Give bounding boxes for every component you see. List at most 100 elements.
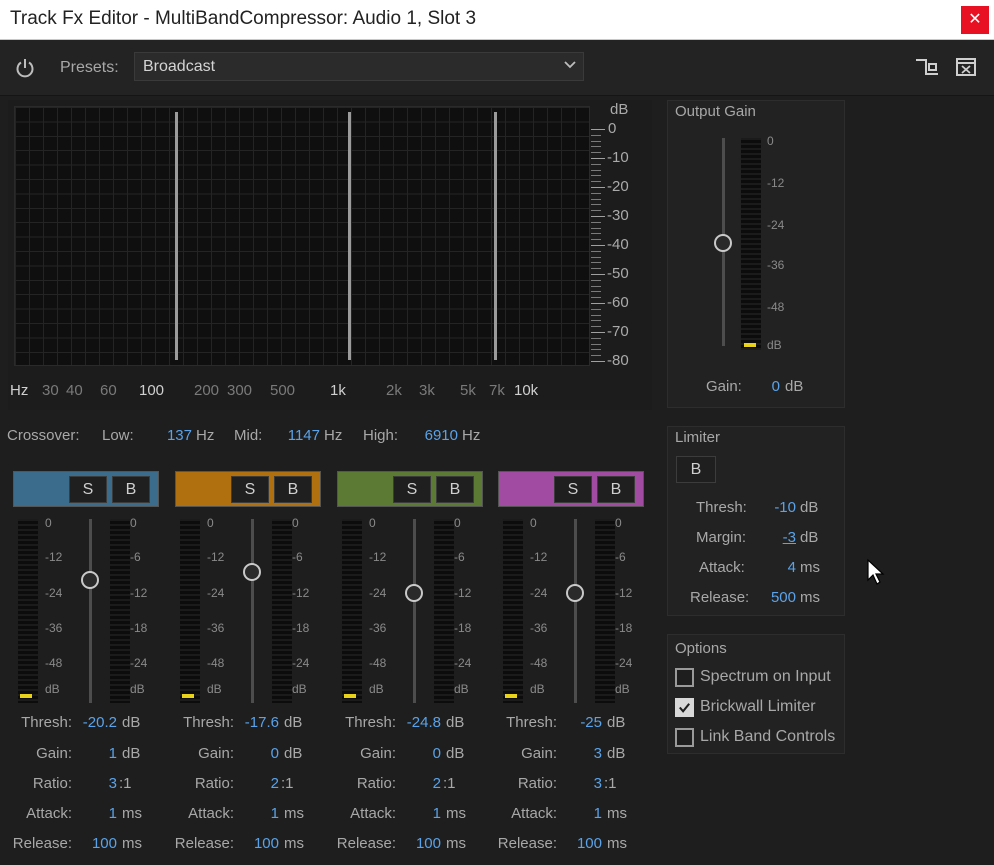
frequency-tick-label: 30 — [42, 382, 59, 399]
db-minor-tick — [591, 320, 601, 322]
db-tick-label: -20 — [607, 178, 629, 195]
band-gain-label: Gain: — [521, 745, 557, 762]
band-ratio-value[interactable]: 2 — [397, 775, 441, 792]
option-checkbox[interactable] — [675, 728, 694, 747]
bypass-button[interactable]: B — [597, 476, 635, 503]
meter-scale-label: dB — [45, 682, 60, 696]
bypass-button[interactable]: B — [436, 476, 474, 503]
band-ratio-value[interactable]: 2 — [235, 775, 279, 792]
bypass-button[interactable]: B — [112, 476, 150, 503]
band-release-value[interactable]: 100 — [73, 835, 117, 852]
band-gain-value[interactable]: 0 — [397, 745, 441, 762]
solo-button[interactable]: S — [554, 476, 592, 503]
routing-icon[interactable] — [914, 56, 940, 78]
band-ratio-label: Ratio: — [194, 775, 234, 792]
band-threshold-fader-track[interactable] — [413, 519, 416, 703]
crossover-high-handle[interactable] — [494, 112, 497, 360]
band-threshold-fader-knob[interactable] — [566, 584, 584, 602]
crossover-mid-value[interactable]: 1147 — [280, 427, 320, 444]
option-checkbox[interactable] — [675, 668, 694, 687]
band-release-value[interactable]: 100 — [235, 835, 279, 852]
band-gain-value[interactable]: 1 — [73, 745, 117, 762]
band-thresh-value[interactable]: -20.2 — [73, 714, 117, 731]
db-minor-tick — [591, 204, 601, 206]
db-minor-tick — [591, 349, 601, 351]
option-label[interactable]: Link Band Controls — [700, 728, 835, 746]
band-thresh-unit: dB — [122, 714, 141, 731]
chevron-down-icon[interactable] — [562, 56, 578, 72]
db-tick-label: -10 — [607, 149, 629, 166]
meter-scale-label: -48 — [369, 656, 387, 670]
limiter-release-value[interactable]: 500 — [760, 589, 796, 606]
limiter-bypass-button[interactable]: B — [676, 456, 716, 483]
band-ratio-value[interactable]: 3 — [73, 775, 117, 792]
meter-scale-label: 0 — [369, 516, 376, 530]
power-icon[interactable] — [14, 57, 36, 79]
band-release-value[interactable]: 100 — [397, 835, 441, 852]
meter-scale-label: -12 — [45, 550, 63, 564]
band-attack-value[interactable]: 1 — [558, 805, 602, 822]
crossover-low-value[interactable]: 137 — [160, 427, 192, 444]
band-ratio-unit: :1 — [119, 775, 132, 792]
band-gain-value[interactable]: 3 — [558, 745, 602, 762]
limiter-thresh-value[interactable]: -10 — [760, 499, 796, 516]
option-label[interactable]: Spectrum on Input — [700, 668, 831, 686]
db-minor-tick — [591, 175, 601, 177]
band-thresh-label: Thresh: — [21, 714, 72, 731]
close-button[interactable]: ✕ — [961, 6, 989, 34]
band-thresh-value[interactable]: -17.6 — [235, 714, 279, 731]
meter-scale-label: dB — [207, 682, 222, 696]
presets-value: Broadcast — [143, 58, 216, 75]
limiter-margin-value[interactable]: -3 — [760, 529, 796, 546]
option-label[interactable]: Brickwall Limiter — [700, 698, 816, 716]
checkmark-icon — [679, 703, 690, 713]
crossover-low-handle[interactable] — [175, 112, 178, 360]
solo-button[interactable]: S — [231, 476, 269, 503]
band-threshold-fader-knob[interactable] — [405, 584, 423, 602]
window-title: Track Fx Editor - MultiBandCompressor: A… — [10, 8, 477, 29]
band-threshold-fader-track[interactable] — [89, 519, 92, 703]
popout-icon[interactable] — [955, 56, 977, 78]
band-threshold-fader-track[interactable] — [251, 519, 254, 703]
meter-scale-label: 0 — [292, 516, 299, 530]
band-attack-label: Attack: — [350, 805, 396, 822]
frequency-tick-label: 5k — [460, 382, 476, 399]
frequency-axis-unit: Hz — [10, 382, 29, 399]
output-gain-unit: dB — [785, 378, 804, 395]
limiter-title: Limiter — [675, 429, 721, 446]
band-attack-value[interactable]: 1 — [397, 805, 441, 822]
band-gain-unit: dB — [607, 745, 626, 762]
band-threshold-fader-knob[interactable] — [243, 563, 261, 581]
band-thresh-label: Thresh: — [506, 714, 557, 731]
db-axis-unit: dB — [610, 101, 629, 118]
presets-label: Presets: — [60, 59, 119, 76]
solo-button[interactable]: S — [393, 476, 431, 503]
band-attack-value[interactable]: 1 — [73, 805, 117, 822]
db-minor-tick — [591, 268, 601, 270]
limiter-attack-value[interactable]: 4 — [760, 559, 796, 576]
option-checkbox[interactable] — [675, 698, 694, 717]
db-minor-tick — [591, 198, 601, 200]
output-gain-fader-knob[interactable] — [714, 234, 732, 252]
band-gr-meter — [434, 519, 454, 703]
meter-scale-label: -12 — [292, 586, 310, 600]
output-gain-value[interactable]: 0 — [756, 378, 780, 395]
frequency-tick-label: 60 — [100, 382, 117, 399]
band-ratio-value[interactable]: 3 — [558, 775, 602, 792]
band-gain-label: Gain: — [360, 745, 396, 762]
output-meter-scale-label: dB — [767, 338, 782, 352]
band-release-value[interactable]: 100 — [558, 835, 602, 852]
crossover-high-value[interactable]: 6910 — [416, 427, 458, 444]
band-threshold-fader-track[interactable] — [574, 519, 577, 703]
db-tick-label: -50 — [607, 265, 629, 282]
solo-button[interactable]: S — [69, 476, 107, 503]
band-thresh-value[interactable]: -24.8 — [397, 714, 441, 731]
band-ratio-label: Ratio: — [356, 775, 396, 792]
band-attack-value[interactable]: 1 — [235, 805, 279, 822]
band-thresh-value[interactable]: -25 — [558, 714, 602, 731]
db-tick-mark — [591, 187, 605, 188]
band-threshold-fader-knob[interactable] — [81, 571, 99, 589]
band-gain-value[interactable]: 0 — [235, 745, 279, 762]
crossover-mid-handle[interactable] — [348, 112, 351, 360]
bypass-button[interactable]: B — [274, 476, 312, 503]
